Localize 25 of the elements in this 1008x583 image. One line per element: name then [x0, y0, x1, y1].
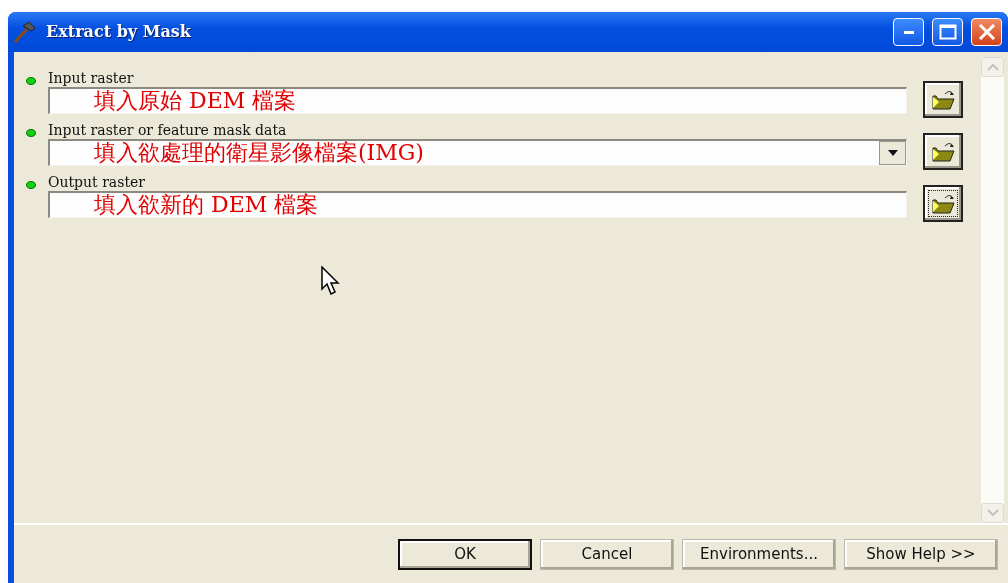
chevron-down-icon: [986, 509, 999, 517]
chevron-up-icon: [986, 63, 999, 71]
close-icon: [977, 24, 996, 40]
dialog-button[interactable]: OK: [398, 538, 532, 570]
window-title: Extract by Mask: [46, 21, 192, 43]
dropdown-field[interactable]: 填入欲處理的衛星影像檔案(IMG): [48, 139, 907, 166]
parameter-label: Output raster: [48, 173, 145, 191]
browse-button[interactable]: [923, 81, 963, 118]
caret-icon: [887, 150, 898, 156]
browse-button[interactable]: [923, 185, 963, 222]
browse-button[interactable]: [923, 133, 963, 170]
input-field[interactable]: 填入原始 DEM 檔案: [48, 87, 907, 114]
dialog-button[interactable]: Show Help >>: [844, 538, 998, 570]
dialog-button[interactable]: Environments...: [682, 538, 836, 570]
minimize-icon: [902, 29, 915, 35]
parameter-label: Input raster or feature mask data: [48, 121, 287, 139]
parameter-label: Input raster: [48, 69, 134, 87]
dialog-button[interactable]: Cancel: [540, 538, 674, 570]
maximize-icon: [938, 24, 957, 40]
minimize-button[interactable]: [893, 18, 924, 46]
close-button[interactable]: [971, 18, 1002, 46]
hammer-icon: [12, 20, 38, 44]
maximize-button[interactable]: [932, 18, 963, 46]
mouse-pointer-icon: [321, 266, 343, 296]
input-field[interactable]: 填入欲新的 DEM 檔案: [48, 191, 907, 218]
